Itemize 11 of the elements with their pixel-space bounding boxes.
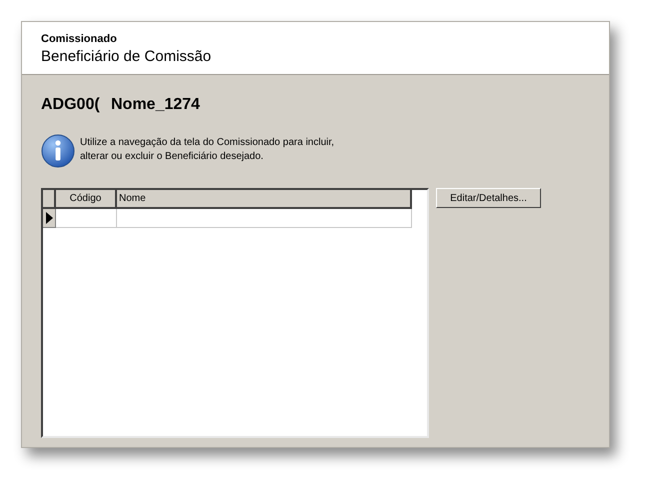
column-header[interactable]: Nome: [117, 190, 412, 209]
row-indicator[interactable]: [43, 209, 56, 228]
edit-details-button[interactable]: Editar/Detalhes...: [436, 188, 541, 208]
column-header[interactable]: Código: [56, 190, 117, 209]
info-icon: [41, 134, 75, 168]
header-subtitle: Comissionado: [41, 33, 118, 45]
record-name: Nome_1274: [111, 96, 200, 114]
info-message: Utilize a navegação da tela do Comissionado para incluir, alterar ou excluir o Beneficiário desejado.: [80, 136, 334, 164]
table-cell: [56, 209, 117, 228]
record-code: ADG00(: [41, 96, 101, 114]
header-title: Beneficiário de Comissão: [41, 48, 212, 65]
